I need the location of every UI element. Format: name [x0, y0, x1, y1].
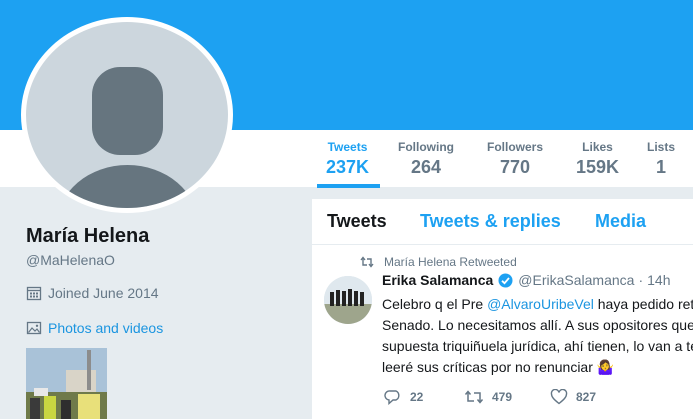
tweet-text-line: leeré sus críticas por no renunciar 🤷‍♀️ [382, 357, 693, 378]
tweet-text-line: Senado. Lo necesitamos allí. A sus oposi… [382, 317, 693, 333]
retweet-button[interactable]: 479 [464, 389, 550, 405]
reply-button[interactable]: 22 [384, 389, 464, 405]
media-thumbnail-image [26, 348, 107, 419]
tweet-mention-link[interactable]: @AlvaroUribeVel [487, 296, 594, 312]
tweet-author-handle[interactable]: @ErikaSalamanca [518, 272, 634, 288]
reply-icon [384, 390, 400, 405]
profile-avatar[interactable] [21, 17, 233, 213]
stat-following-value: 264 [410, 157, 442, 177]
stat-lists[interactable]: Lists 1 [647, 140, 675, 178]
photos-and-videos-link[interactable]: Photos and videos [26, 320, 163, 336]
calendar-icon [26, 286, 42, 301]
tab-tweets-and-replies[interactable]: Tweets & replies [420, 211, 561, 232]
retweet-icon [464, 390, 484, 404]
tweet-text-line: supuesta triquiñuela jurídica, ahí tiene… [382, 338, 693, 354]
stat-likes[interactable]: Likes 159K [576, 140, 619, 178]
profile-handle[interactable]: @MaHelenaO [26, 252, 115, 268]
retweet-context[interactable]: María Helena Retweeted [360, 255, 517, 269]
default-avatar-icon [26, 22, 228, 208]
stat-following-label: Following [398, 140, 454, 154]
stat-tweets-value: 237K [326, 157, 370, 177]
like-count: 827 [576, 390, 597, 404]
tweet-header: Erika Salamanca @ErikaSalamanca · 14h [382, 272, 670, 288]
tweet-text-line: Celebro q el Pre @AlvaroUribeVel haya pe… [382, 294, 693, 315]
tweet-text-segment: Celebro q el Pre [382, 296, 488, 312]
shrug-emoji: 🤷‍♀️ [596, 359, 615, 375]
stat-followers-label: Followers [487, 140, 544, 154]
tweet-text-segment: haya pedido ret [593, 296, 693, 312]
like-button[interactable]: 827 [550, 389, 596, 405]
photos-and-videos-label: Photos and videos [48, 320, 164, 336]
retweet-context-text: María Helena Retweeted [384, 255, 517, 269]
media-thumbnail[interactable] [26, 348, 107, 419]
stat-likes-value: 159K [576, 157, 620, 177]
tweet-separator: · [638, 272, 644, 288]
profile-name[interactable]: María Helena [26, 225, 149, 248]
tab-media[interactable]: Media [595, 211, 646, 232]
stat-following[interactable]: Following 264 [398, 140, 454, 178]
timeline: Tweets Tweets & replies Media María Hele… [312, 199, 693, 419]
tweet-actions: 22 479 827 [384, 389, 596, 405]
stat-lists-value: 1 [656, 157, 667, 177]
joined-date: Joined June 2014 [26, 285, 159, 301]
retweet-count: 479 [492, 390, 513, 404]
reply-count: 22 [410, 390, 424, 404]
active-stat-indicator [317, 184, 380, 188]
tab-tweets[interactable]: Tweets [327, 211, 387, 232]
tweet-timestamp[interactable]: 14h [647, 272, 670, 288]
stat-followers[interactable]: Followers 770 [487, 140, 543, 178]
joined-date-text: Joined June 2014 [48, 285, 159, 301]
heart-icon [550, 389, 568, 405]
stat-lists-label: Lists [647, 140, 676, 154]
tweet-author-name[interactable]: Erika Salamanca [382, 272, 493, 288]
photo-icon [26, 321, 42, 335]
tweet-text: Celebro q el Pre @AlvaroUribeVel haya pe… [382, 294, 693, 378]
timeline-tabs: Tweets Tweets & replies Media [312, 199, 693, 245]
verified-badge-icon [498, 273, 513, 287]
stat-tweets[interactable]: Tweets 237K [326, 140, 369, 178]
stat-followers-value: 770 [499, 157, 531, 177]
stat-tweets-label: Tweets [327, 140, 368, 154]
tweet-author-avatar[interactable] [324, 276, 372, 324]
tweet-text-segment: leeré sus críticas por no renunciar [382, 359, 593, 375]
stat-likes-label: Likes [582, 140, 613, 154]
tweet-author-avatar-image [324, 276, 372, 324]
retweet-icon [360, 256, 374, 268]
